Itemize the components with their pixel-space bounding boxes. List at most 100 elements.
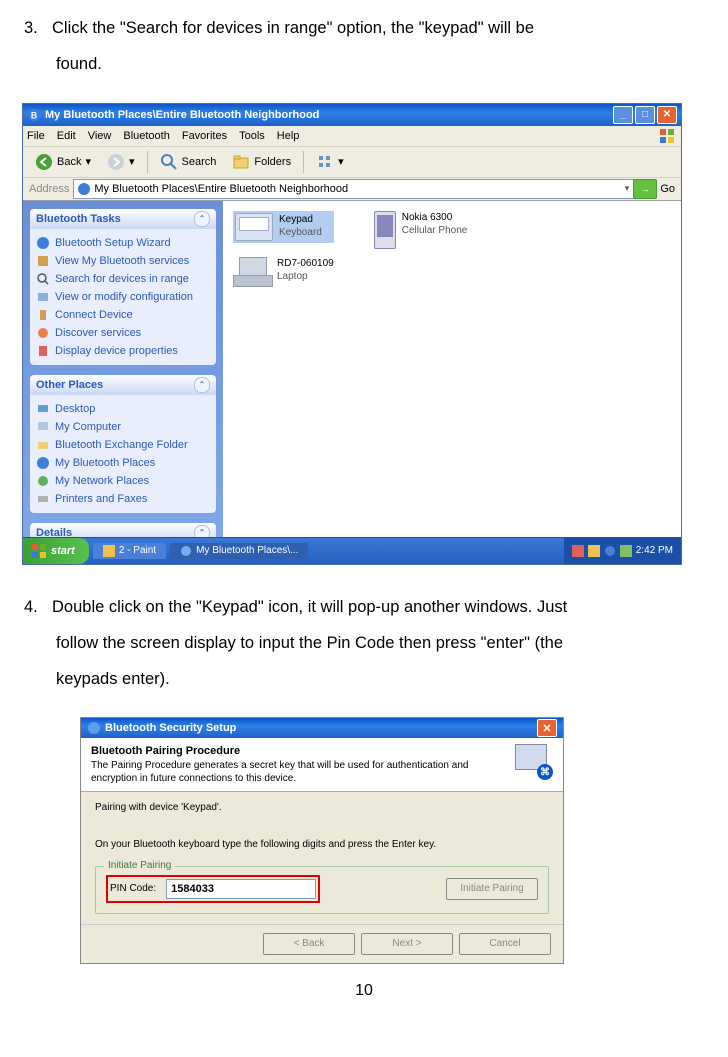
taskbar: start 2 - Paint My Bluetooth Places\... … <box>23 537 681 564</box>
bluetooth-icon <box>36 456 50 470</box>
place-my-computer[interactable]: My Computer <box>36 418 210 436</box>
back-button[interactable]: Back ▾ <box>29 151 97 173</box>
device-phone[interactable]: Nokia 6300Cellular Phone <box>374 211 468 249</box>
close-button[interactable]: ✕ <box>537 719 557 737</box>
network-icon <box>36 474 50 488</box>
main-area: KeypadKeyboard RD7-060109Laptop Nokia 63… <box>223 201 681 537</box>
dialog-titlebar: Bluetooth Security Setup ✕ <box>81 718 563 738</box>
place-desktop[interactable]: Desktop <box>36 400 210 418</box>
properties-icon <box>36 344 50 358</box>
device-keypad[interactable]: KeypadKeyboard <box>233 211 334 243</box>
search-icon <box>160 153 178 171</box>
fieldset-legend: Initiate Pairing <box>104 860 175 871</box>
task-device-properties[interactable]: Display device properties <box>36 342 210 360</box>
phone-icon <box>374 211 396 249</box>
views-button[interactable]: ▾ <box>310 151 350 173</box>
details-box: Details⌃ Keypad Keyboard <box>30 523 216 537</box>
discover-icon <box>36 326 50 340</box>
address-dropdown[interactable]: ▾ <box>625 183 630 194</box>
maximize-button[interactable]: □ <box>635 106 655 124</box>
folders-button[interactable]: Folders <box>226 151 297 173</box>
task-setup-wizard[interactable]: Bluetooth Setup Wizard <box>36 234 210 252</box>
security-setup-dialog: Bluetooth Security Setup ✕ Bluetooth Pai… <box>80 717 564 963</box>
back-icon <box>35 153 53 171</box>
taskbar-item-bluetooth[interactable]: My Bluetooth Places\... <box>170 543 308 559</box>
cancel-button[interactable]: Cancel <box>459 933 551 955</box>
system-tray[interactable]: 2:42 PM <box>564 538 681 564</box>
task-search-devices[interactable]: Search for devices in range <box>36 270 210 288</box>
step4-line2: follow the screen display to input the P… <box>52 625 708 661</box>
back-button[interactable]: < Back <box>263 933 355 955</box>
go-button[interactable]: → <box>633 179 657 199</box>
task-connect-device[interactable]: Connect Device <box>36 306 210 324</box>
initiate-pairing-button[interactable]: Initiate Pairing <box>446 878 538 900</box>
laptop-icon <box>233 257 271 287</box>
menu-edit[interactable]: Edit <box>57 130 76 142</box>
menu-tools[interactable]: Tools <box>239 130 265 142</box>
place-bluetooth-places[interactable]: My Bluetooth Places <box>36 454 210 472</box>
address-input[interactable]: My Bluetooth Places\Entire Bluetooth Nei… <box>73 179 638 199</box>
pairing-with-text: Pairing with device 'Keypad'. <box>95 802 549 813</box>
bluetooth-places-icon: B <box>27 108 41 122</box>
tray-icon <box>588 545 600 557</box>
header-text: The Pairing Procedure generates a secret… <box>91 759 501 785</box>
close-button[interactable]: ✕ <box>657 106 677 124</box>
menu-bluetooth[interactable]: Bluetooth <box>123 130 169 142</box>
place-printers[interactable]: Printers and Faxes <box>36 490 210 508</box>
details-header[interactable]: Details⌃ <box>30 523 216 537</box>
step3-line1: Click the "Search for devices in range" … <box>52 19 534 37</box>
pin-input[interactable]: 1584033 <box>166 879 316 899</box>
step3-line2: found. <box>52 46 708 82</box>
place-exchange-folder[interactable]: Bluetooth Exchange Folder <box>36 436 210 454</box>
clock: 2:42 PM <box>636 545 673 556</box>
search-button[interactable]: Search <box>154 151 223 173</box>
search-devices-icon <box>36 272 50 286</box>
side-panel: Bluetooth Tasks⌃ Bluetooth Setup Wizard … <box>23 201 223 537</box>
bluetooth-tasks-box: Bluetooth Tasks⌃ Bluetooth Setup Wizard … <box>30 209 216 365</box>
explorer-window: B My Bluetooth Places\Entire Bluetooth N… <box>22 103 682 565</box>
task-configuration[interactable]: View or modify configuration <box>36 288 210 306</box>
instruction-text: On your Bluetooth keyboard type the foll… <box>95 839 549 850</box>
collapse-icon: ⌃ <box>194 377 210 393</box>
forward-button[interactable]: ▾ <box>101 151 141 173</box>
taskbar-item-paint[interactable]: 2 - Paint <box>93 543 166 559</box>
address-label: Address <box>29 183 69 195</box>
bluetooth-tasks-header[interactable]: Bluetooth Tasks⌃ <box>30 209 216 229</box>
step3-num: 3. <box>24 10 52 46</box>
wizard-icon <box>36 236 50 250</box>
other-places-header[interactable]: Other Places⌃ <box>30 375 216 395</box>
next-button[interactable]: Next > <box>361 933 453 955</box>
desktop-icon <box>36 402 50 416</box>
page-number: 10 <box>20 982 708 1000</box>
tray-icon <box>572 545 584 557</box>
step4-line3: keypads enter). <box>52 661 708 697</box>
menu-favorites[interactable]: Favorites <box>182 130 227 142</box>
connect-icon <box>36 308 50 322</box>
task-view-services[interactable]: View My Bluetooth services <box>36 252 210 270</box>
forward-icon <box>107 153 125 171</box>
tray-bluetooth-icon <box>604 545 616 557</box>
paint-icon <box>103 545 115 557</box>
dialog-buttons: < Back Next > Cancel <box>81 924 563 963</box>
menu-file[interactable]: File <box>27 130 45 142</box>
titlebar: B My Bluetooth Places\Entire Bluetooth N… <box>23 104 681 126</box>
device-laptop[interactable]: RD7-060109Laptop <box>233 257 334 287</box>
place-network-places[interactable]: My Network Places <box>36 472 210 490</box>
task-discover-services[interactable]: Discover services <box>36 324 210 342</box>
tray-icon <box>620 545 632 557</box>
services-icon <box>36 254 50 268</box>
windows-logo-icon <box>659 128 675 144</box>
menubar: File Edit View Bluetooth Favorites Tools… <box>23 126 681 147</box>
collapse-icon: ⌃ <box>194 525 210 537</box>
folders-icon <box>232 153 250 171</box>
views-icon <box>316 153 334 171</box>
bluetooth-icon <box>180 545 192 557</box>
keyboard-icon <box>235 213 273 241</box>
minimize-button[interactable]: _ <box>613 106 633 124</box>
printer-icon <box>36 492 50 506</box>
other-places-box: Other Places⌃ Desktop My Computer Blueto… <box>30 375 216 513</box>
menu-help[interactable]: Help <box>277 130 300 142</box>
header-title: Bluetooth Pairing Procedure <box>91 744 501 758</box>
menu-view[interactable]: View <box>88 130 112 142</box>
start-button[interactable]: start <box>23 538 89 564</box>
